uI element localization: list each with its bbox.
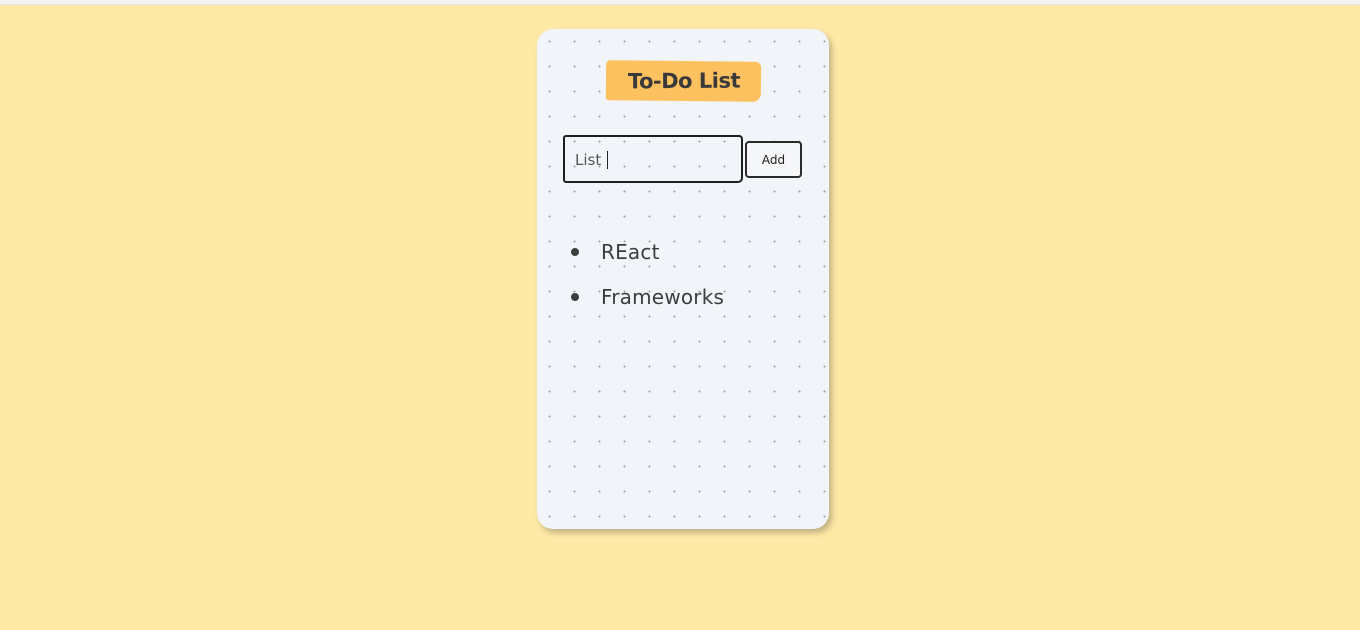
todo-list: REact Frameworks: [567, 229, 724, 319]
title-highlight: To-Do List: [605, 60, 762, 102]
todo-input-box[interactable]: [563, 135, 743, 183]
list-item-text: REact: [601, 239, 660, 264]
page-title: To-Do List: [627, 68, 740, 94]
bullet-icon: [571, 247, 579, 256]
list-item-text: Frameworks: [601, 284, 725, 309]
add-button[interactable]: Add: [745, 141, 802, 178]
text-caret: [607, 151, 608, 169]
todo-card: To-Do List Add REact Frameworks: [537, 29, 829, 529]
list-item[interactable]: REact: [567, 229, 724, 274]
todo-input[interactable]: [575, 149, 725, 171]
browser-top-strip: [0, 0, 1360, 5]
list-item[interactable]: Frameworks: [567, 274, 724, 319]
bullet-icon: [571, 292, 579, 301]
